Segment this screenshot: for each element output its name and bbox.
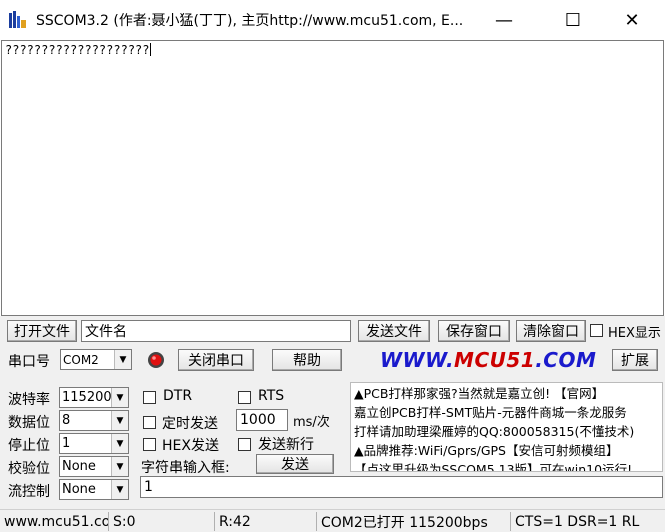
control-panel: 打开文件 文件名 发送文件 保存窗口 清除窗口 HEX显示 串口号 COM2 ▼ … [0,316,665,509]
help-button[interactable]: 帮助 [272,349,342,371]
send-button[interactable]: 发送 [256,454,334,474]
hex-send-label: HEX发送 [162,438,219,454]
string-input-label: 字符串输入框: [141,460,230,476]
text-caret [149,43,151,56]
flow-control-value: None [62,482,96,497]
send-newline-checkbox[interactable] [238,438,251,451]
status-port-state: COM2已打开 115200bps [316,512,510,531]
received-data: ???????????????????? [5,43,150,57]
stop-bits-select[interactable]: 1 ▼ [59,433,129,454]
website-link[interactable]: WWW.MCU51.COM [380,348,596,372]
chevron-down-icon: ▼ [111,388,128,407]
send-newline-label: 发送新行 [258,437,314,453]
flow-control-select[interactable]: None ▼ [59,479,129,500]
ad-text-box: ▲PCB打样那家强?当然就是嘉立创! 【官网】 嘉立创PCB打样-SMT贴片-元… [350,382,663,472]
data-bits-value: 8 [62,413,71,428]
dtr-label: DTR [163,388,193,404]
interval-input[interactable]: 1000 [236,409,288,431]
dtr-checkbox[interactable] [143,391,156,404]
stop-bits-value: 1 [62,436,71,451]
flow-control-label: 流控制 [8,484,50,500]
status-bar: www.mcu51.cor S:0 R:42 COM2已打开 115200bps… [0,509,665,532]
status-received-count: R:42 [214,512,316,531]
ad-line[interactable]: 【点这里升级为SSCOM5.13版】可在win10运行! [354,460,659,471]
close-port-button[interactable]: 关闭串口 [178,349,254,371]
baud-rate-label: 波特率 [8,392,50,408]
title-bar: SSCOM3.2 (作者:聂小猛(丁丁), 主页http://www.mcu51… [0,0,665,40]
maximize-button[interactable]: ☐ [550,0,596,40]
timed-send-label: 定时发送 [162,416,218,432]
data-bits-label: 数据位 [8,415,50,431]
send-file-button[interactable]: 发送文件 [358,320,430,342]
port-status-indicator-icon [148,352,164,368]
stop-bits-label: 停止位 [8,438,50,454]
port-select[interactable]: COM2 ▼ [60,349,132,370]
chevron-down-icon: ▼ [111,434,128,453]
chevron-down-icon: ▼ [111,457,128,476]
parity-label: 校验位 [8,461,50,477]
hex-display-label: HEX显示 [608,326,661,341]
timed-send-checkbox[interactable] [143,416,156,429]
status-sent-count: S:0 [108,512,214,531]
minimize-button[interactable]: — [481,0,527,40]
filename-input[interactable]: 文件名 [81,320,351,342]
clear-window-button[interactable]: 清除窗口 [516,320,586,342]
window-title: SSCOM3.2 (作者:聂小猛(丁丁), 主页http://www.mcu51… [36,13,464,29]
hex-display-checkbox[interactable] [590,324,603,337]
expand-button[interactable]: 扩展 [612,349,658,371]
ad-line[interactable]: ▲品牌推荐:WiFi/Gprs/GPS【安信可射频模组】 [354,441,659,460]
ad-line[interactable]: ▲PCB打样那家强?当然就是嘉立创! 【官网】 [354,384,659,403]
parity-value: None [62,459,96,474]
ad-line[interactable]: 嘉立创PCB打样-SMT贴片-元器件商城一条龙服务 [354,403,659,422]
hex-send-checkbox[interactable] [143,438,156,451]
close-button[interactable]: ✕ [609,0,655,40]
open-file-button[interactable]: 打开文件 [7,320,77,342]
status-line-signals: CTS=1 DSR=1 RL [510,512,665,531]
port-value: COM2 [63,352,99,367]
ad-line[interactable]: 打样请加助理梁雁婷的QQ:800058315(不懂技术) [354,422,659,441]
chevron-down-icon: ▼ [111,411,128,430]
save-window-button[interactable]: 保存窗口 [438,320,510,342]
sscom-app-icon [9,11,26,28]
send-input[interactable]: 1 [140,476,663,498]
parity-select[interactable]: None ▼ [59,456,129,477]
rts-checkbox[interactable] [238,391,251,404]
baud-rate-value: 115200 [62,390,112,405]
port-label: 串口号 [8,354,50,370]
receive-text-area[interactable]: ???????????????????? [1,40,664,316]
status-website: www.mcu51.cor [4,513,108,530]
interval-unit-label: ms/次 [293,415,330,430]
data-bits-select[interactable]: 8 ▼ [59,410,129,431]
chevron-down-icon: ▼ [114,350,131,369]
rts-label: RTS [258,388,285,404]
baud-rate-select[interactable]: 115200 ▼ [59,387,129,408]
chevron-down-icon: ▼ [111,480,128,499]
